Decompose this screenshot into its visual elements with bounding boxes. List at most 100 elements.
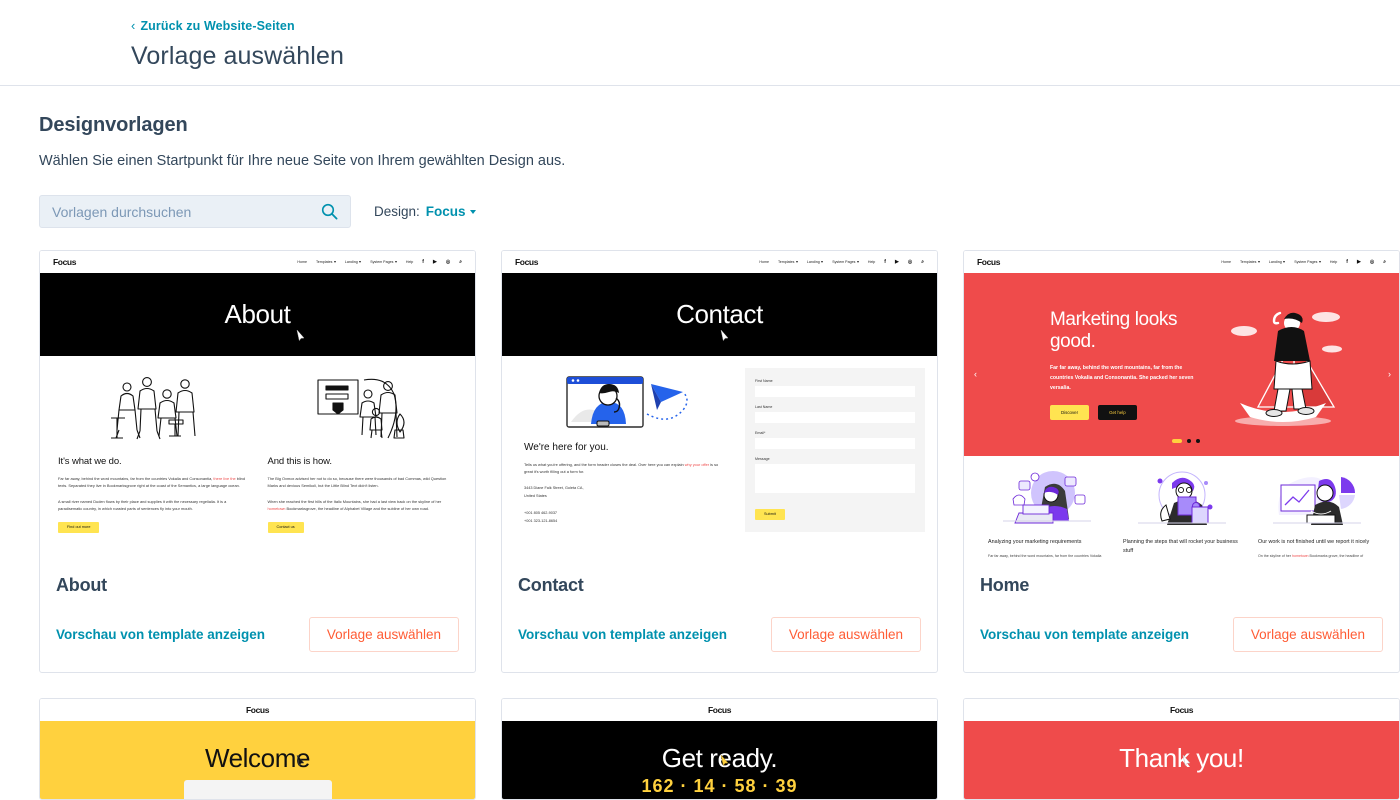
mock-feature-text-1: Far far away, behind the word mountains,… [988, 554, 1102, 559]
mock-about-heading-2: And this is how. [267, 456, 333, 467]
mock-hero-title: Contact [676, 299, 763, 329]
card-title-contact: Contact [518, 575, 584, 595]
mock-nav-help: Help [1329, 260, 1338, 264]
mouse-cursor-icon [1182, 754, 1191, 766]
mock-feature-text-3: On the skyline of her hometown Bookmarks… [1258, 554, 1364, 559]
mock-nav-links: Home Templates Landing System Pages Help… [297, 259, 462, 265]
support-call-illustration-icon [524, 374, 727, 432]
mock-submit-button[interactable]: Submit [755, 508, 785, 520]
mock-site-nav: Focus [40, 699, 475, 721]
mock-find-out-more-button[interactable]: Find out more [58, 521, 100, 533]
people-group-illustration-icon [58, 368, 248, 440]
mock-hero-paragraph: Far far away, behind the word mountains,… [1050, 364, 1194, 391]
mock-field-first-name[interactable] [755, 386, 915, 397]
mock-search-icon: ⌕ [1383, 259, 1386, 265]
mock-about-text-2: And this is how. The Big Oxmox advised h… [267, 442, 458, 533]
carousel-dot-2[interactable] [1187, 439, 1191, 443]
design-filter: Design: Focus [374, 204, 476, 219]
mock-site-nav: Focus [964, 699, 1399, 721]
chevron-down-icon [333, 261, 336, 263]
design-filter-dropdown[interactable]: Focus [426, 204, 476, 219]
template-card-welcome[interactable]: Focus Welcome [39, 698, 476, 800]
template-preview-welcome: Focus Welcome [40, 699, 475, 799]
design-filter-value: Focus [425, 204, 466, 219]
office-presentation-illustration-icon [268, 368, 458, 440]
mock-about-text-1: It's what we do. Far far away, behind th… [58, 442, 248, 533]
mock-address-line1: 3443 Diane Falk Street, Goleta CA, [524, 485, 584, 490]
mock-get-help-button[interactable]: Get help [1098, 405, 1137, 421]
mock-field-last-name[interactable] [755, 412, 915, 423]
mock-field-label-first-name: First Name [755, 379, 773, 383]
chevron-down-icon [394, 261, 397, 263]
mock-discover-button[interactable]: Discover [1050, 405, 1090, 421]
mock-field-message[interactable] [755, 464, 915, 493]
template-preview-get-ready: Focus Get ready. 162 · 14 · 58 · 39 [502, 699, 937, 799]
back-to-website-pages-link[interactable]: ‹ Zurück zu Website-Seiten [131, 18, 295, 33]
search-templates-box[interactable] [39, 195, 351, 228]
mock-features-row: Analyzing your marketing requirements Fa… [964, 456, 1399, 561]
chevron-down-icon [359, 261, 362, 263]
mock-hero-copy: Marketing looks good. Far far away, behi… [1050, 309, 1200, 421]
mock-nav-templates-label: Templates [316, 260, 333, 264]
mock-nav-landing: Landing [1269, 260, 1286, 264]
card-footer-contact: Contact Vorschau von template anzeigen V… [502, 561, 937, 672]
carousel-dot-1[interactable] [1172, 439, 1182, 443]
mock-logo: Focus [245, 705, 270, 715]
choose-template-button[interactable]: Vorlage auswählen [770, 617, 921, 652]
mock-about-body [40, 356, 475, 440]
template-preview-thank-you: Focus Thank you! [964, 699, 1399, 799]
mock-search-icon: ⌕ [921, 259, 924, 265]
mock-field-email[interactable] [755, 438, 915, 449]
mock-contact-body: We're here for you. Tells us what you're… [502, 356, 937, 532]
carousel-dot-3[interactable] [1196, 439, 1200, 443]
mock-nav-landing: Landing [345, 260, 362, 264]
template-card-home[interactable]: Focus Home Templates Landing System Page… [963, 250, 1400, 673]
preview-template-link[interactable]: Vorschau von template anzeigen [56, 627, 265, 642]
mock-feature-3: Our work is not finished until we report… [1258, 469, 1375, 561]
template-card-thank-you[interactable]: Focus Thank you! [963, 698, 1400, 800]
mock-about-p4: When she reached the first hills of the … [267, 498, 442, 512]
carousel-next-icon[interactable]: › [1388, 369, 1391, 379]
chevron-down-icon [821, 261, 824, 263]
instagram-icon: ◎ [1369, 259, 1375, 265]
facebook-icon: f [1346, 259, 1348, 265]
mock-contact-heading: We're here for you. [524, 442, 609, 453]
preview-template-link[interactable]: Vorschau von template anzeigen [518, 627, 727, 642]
mock-field-label-email: Email* [755, 431, 766, 435]
template-preview-about: Focus Home Templates Landing System Page… [40, 251, 475, 561]
mock-phone1: +001 805 462-9037 [524, 510, 558, 515]
mock-hero-welcome: Welcome [40, 721, 475, 799]
mock-contact-us-button[interactable]: Contact us [267, 521, 304, 533]
search-icon[interactable] [321, 203, 338, 225]
facebook-icon: f [884, 259, 886, 265]
section-title: Designvorlagen [39, 114, 188, 136]
mock-nav-home: Home [297, 260, 308, 264]
mouse-cursor-icon [720, 329, 729, 341]
template-card-contact[interactable]: Focus Home Templates Landing System Page… [501, 250, 938, 673]
carousel-prev-icon[interactable]: ‹ [974, 369, 977, 379]
mock-about-p2: A small river named Duden flows by their… [58, 498, 227, 512]
main-content: Designvorlagen Wählen Sie einen Startpun… [0, 86, 1400, 800]
preview-template-link[interactable]: Vorschau von template anzeigen [980, 627, 1189, 642]
mock-hero-home: ‹ › Marketing looks good. Far far away, … [964, 273, 1399, 456]
mock-about-heading-1: It's what we do. [58, 456, 122, 467]
mock-about-col-1 [58, 368, 248, 440]
mock-welcome-form-box[interactable] [183, 780, 332, 799]
mock-feature-heading-3: Our work is not finished until we report… [1258, 539, 1370, 545]
puzzle-planning-illustration-icon [1123, 469, 1240, 529]
chevron-left-icon: ‹ [131, 18, 136, 33]
template-card-get-ready[interactable]: Focus Get ready. 162 · 14 · 58 · 39 [501, 698, 938, 800]
template-grid: Focus Home Templates Landing System Page… [39, 250, 1400, 800]
mock-field-label-last-name: Last Name [755, 405, 773, 409]
section-subtitle: Wählen Sie einen Startpunkt für Ihre neu… [39, 153, 566, 169]
card-footer-about: About Vorschau von template anzeigen Vor… [40, 561, 475, 672]
mock-feature-1: Analyzing your marketing requirements Fa… [988, 469, 1105, 561]
choose-template-button[interactable]: Vorlage auswählen [308, 617, 459, 652]
chevron-down-icon [1283, 261, 1286, 263]
choose-template-button[interactable]: Vorlage auswählen [1232, 617, 1383, 652]
search-input[interactable] [52, 203, 338, 220]
carousel-dots[interactable] [1172, 439, 1200, 443]
template-card-about[interactable]: Focus Home Templates Landing System Page… [39, 250, 476, 673]
facebook-icon: f [422, 259, 424, 265]
mock-nav-landing: Landing [807, 260, 824, 264]
